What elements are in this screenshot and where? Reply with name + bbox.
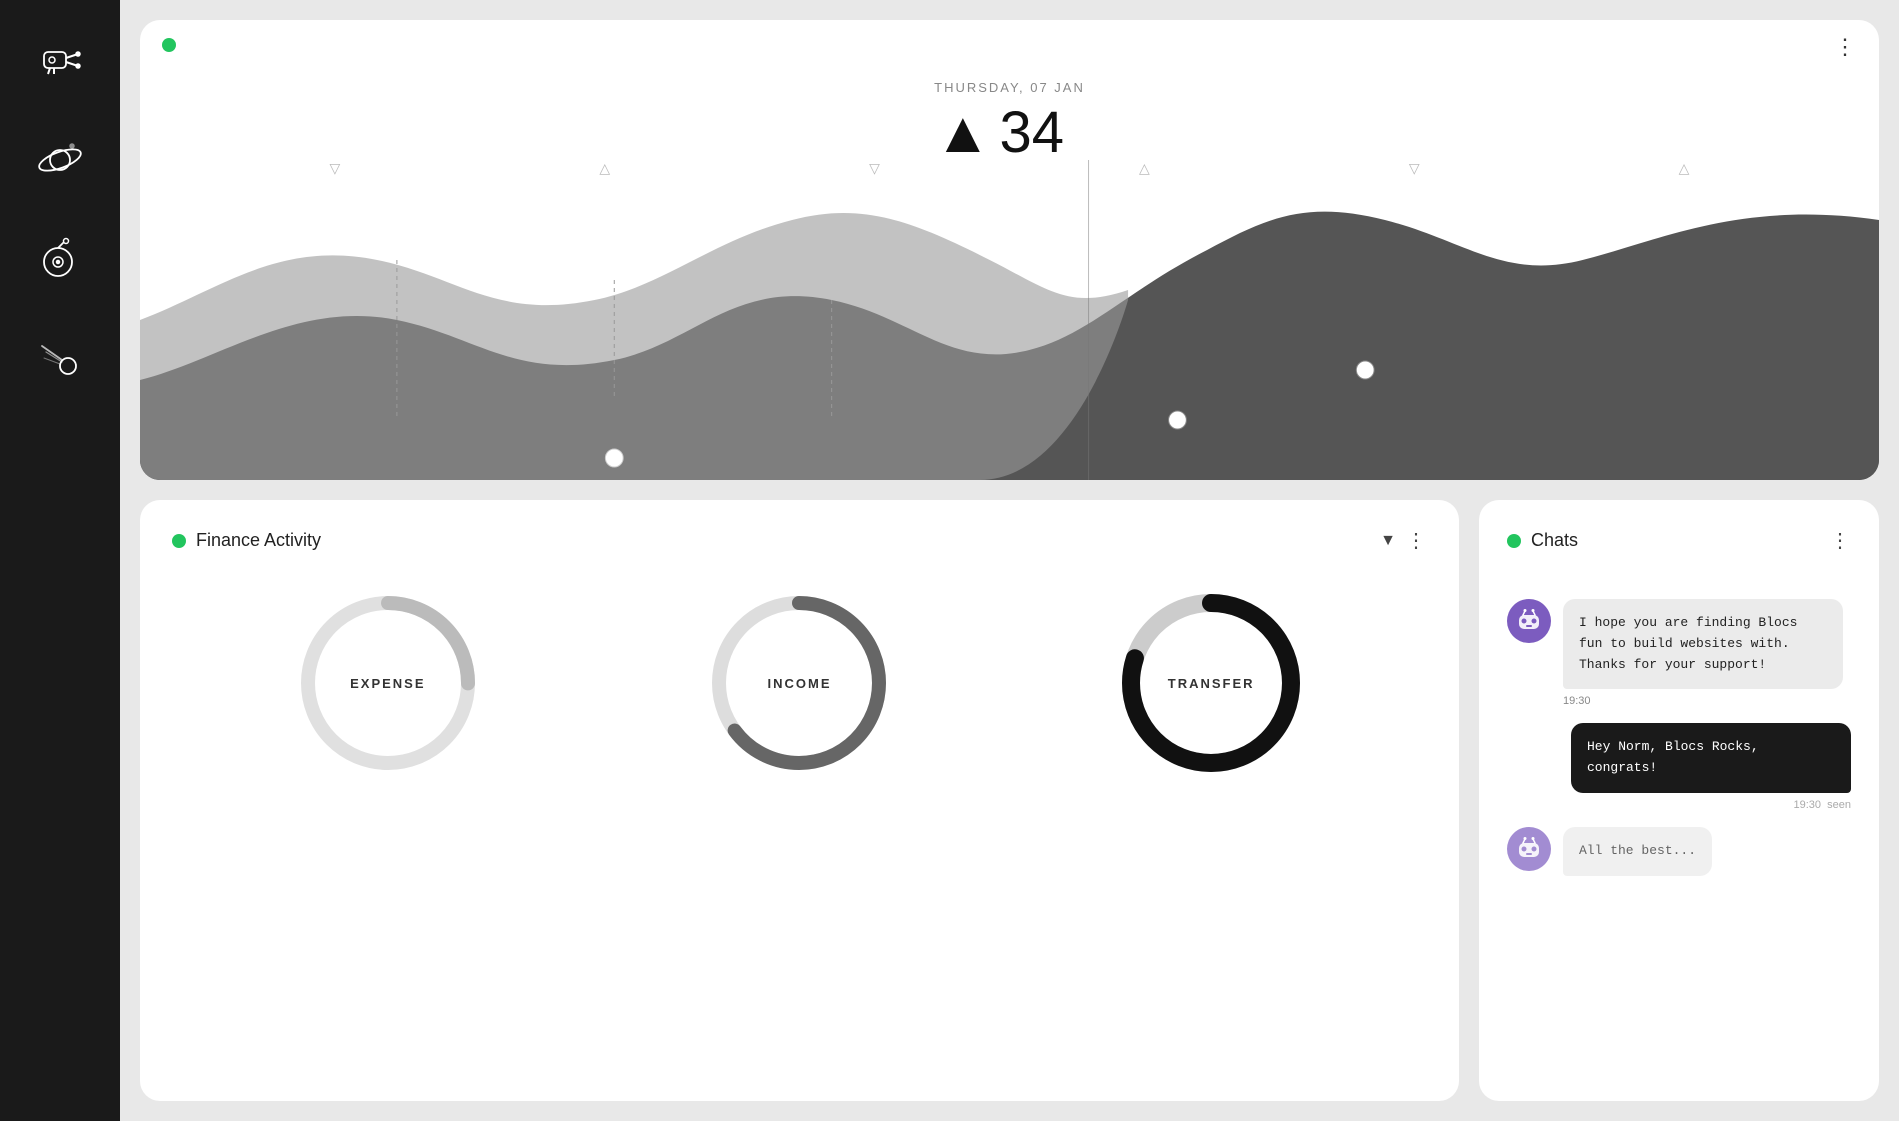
chats-active-dot [1507, 534, 1521, 548]
trend-arrow: ▲ [934, 99, 991, 166]
finance-card-title: Finance Activity [196, 530, 1370, 551]
marker-2: △ [599, 160, 610, 177]
main-content: ⋮ THURSDAY, 07 JAN ▲ 34 ▽ △ ▽ △ ▽ △ [120, 0, 1899, 1121]
date-value: ▲ 34 [934, 99, 1085, 166]
chat-text-1: I hope you are finding Blocs fun to buil… [1579, 613, 1827, 675]
chat-bubble-sent-1: Hey Norm, Blocs Rocks, congrats! 19:30 s… [1571, 723, 1851, 811]
marker-5: ▽ [1409, 160, 1420, 177]
active-dot [162, 38, 176, 52]
chat-time-1: 19:30 [1563, 695, 1843, 707]
date-display: THURSDAY, 07 JAN ▲ 34 [934, 80, 1085, 166]
chat-text-2: Hey Norm, Blocs Rocks, congrats! [1587, 737, 1835, 779]
chat-avatar-1 [1507, 599, 1551, 643]
date-label: THURSDAY, 07 JAN [934, 80, 1085, 95]
sidebar-item-planet[interactable] [30, 130, 90, 190]
finance-more-button[interactable]: ⋮ [1406, 528, 1427, 553]
transfer-label: TRANSFER [1168, 676, 1255, 691]
income-donut-wrapper: INCOME [699, 583, 899, 783]
sidebar-item-robot[interactable] [30, 30, 90, 90]
chat-avatar-2 [1507, 827, 1551, 871]
income-donut: INCOME [699, 583, 899, 783]
chat-text-3: All the best... [1579, 841, 1696, 862]
chats-card: Chats ⋮ [1479, 500, 1879, 1101]
chart-more-button[interactable]: ⋮ [1834, 34, 1857, 60]
chart-status-dot [162, 38, 176, 57]
bottom-row: Finance Activity ▼ ⋮ EXPENSE [140, 500, 1879, 1101]
expense-donut-wrapper: EXPENSE [288, 583, 488, 783]
marker-6: △ [1679, 160, 1690, 177]
finance-card: Finance Activity ▼ ⋮ EXPENSE [140, 500, 1459, 1101]
chat-message-1: I hope you are finding Blocs fun to buil… [1507, 599, 1851, 707]
finance-dropdown-button[interactable]: ▼ [1380, 532, 1396, 550]
marker-1: ▽ [330, 160, 341, 177]
chart-card: ⋮ THURSDAY, 07 JAN ▲ 34 ▽ △ ▽ △ ▽ △ [140, 20, 1879, 480]
finance-card-header: Finance Activity ▼ ⋮ [172, 528, 1427, 553]
chats-card-header: Chats ⋮ [1507, 528, 1851, 553]
sidebar [0, 0, 120, 1121]
chat-message-3: All the best... [1507, 827, 1851, 876]
transfer-donut: TRANSFER [1111, 583, 1311, 783]
chat-bubble-received-1: I hope you are finding Blocs fun to buil… [1563, 599, 1843, 707]
sidebar-item-meteor[interactable] [30, 330, 90, 390]
expense-donut: EXPENSE [288, 583, 488, 783]
finance-active-dot [172, 534, 186, 548]
expense-label: EXPENSE [350, 676, 425, 691]
chats-more-button[interactable]: ⋮ [1830, 528, 1851, 553]
marker-4: △ [1139, 160, 1150, 177]
sidebar-item-vinyl[interactable] [30, 230, 90, 290]
chat-bubble-received-2: All the best... [1563, 827, 1712, 876]
chat-message-2: Hey Norm, Blocs Rocks, congrats! 19:30 s… [1507, 723, 1851, 811]
triangle-markers: ▽ △ ▽ △ ▽ △ [140, 160, 1879, 177]
transfer-donut-wrapper: TRANSFER [1111, 583, 1311, 783]
donut-row: EXPENSE INCOME [172, 583, 1427, 783]
chat-messages: I hope you are finding Blocs fun to buil… [1507, 599, 1851, 876]
wave-chart [140, 160, 1879, 480]
income-label: INCOME [767, 676, 831, 691]
marker-3: ▽ [869, 160, 880, 177]
date-number: 34 [1000, 99, 1065, 166]
chats-card-title: Chats [1531, 530, 1820, 551]
chat-time-2: 19:30 seen [1571, 799, 1851, 811]
